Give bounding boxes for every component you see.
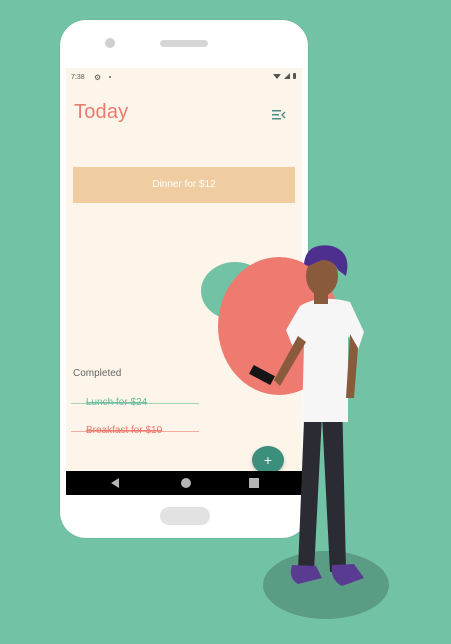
completed-task-item[interactable]: Breakfast for $10 [70, 425, 200, 436]
pending-task-item[interactable]: Dinner for $12 [73, 167, 295, 203]
status-bar: 7:38 ⚙ [66, 68, 302, 86]
phone-speaker [160, 40, 208, 47]
status-icons [273, 73, 296, 79]
person-illustration [249, 245, 364, 586]
illustration-stage: 7:38 ⚙ Today Dinner for $12 Completed Lu… [0, 0, 451, 644]
sort-menu-icon-svg [272, 110, 286, 120]
wifi-icon [273, 73, 281, 79]
battery-icon [293, 73, 296, 79]
sort-menu-icon[interactable] [272, 108, 286, 120]
page-title: Today [74, 101, 129, 123]
signal-icon [284, 73, 290, 79]
phone-camera [105, 38, 115, 48]
completed-heading: Completed [73, 368, 122, 379]
home-icon[interactable] [181, 478, 191, 488]
back-icon[interactable] [111, 478, 119, 488]
completed-task-item[interactable]: Lunch for $24 [70, 397, 200, 408]
notification-dot-icon [109, 76, 111, 78]
gear-icon: ⚙ [94, 73, 102, 82]
phone-home-button [160, 507, 210, 525]
status-time: 7:38 [71, 74, 85, 81]
